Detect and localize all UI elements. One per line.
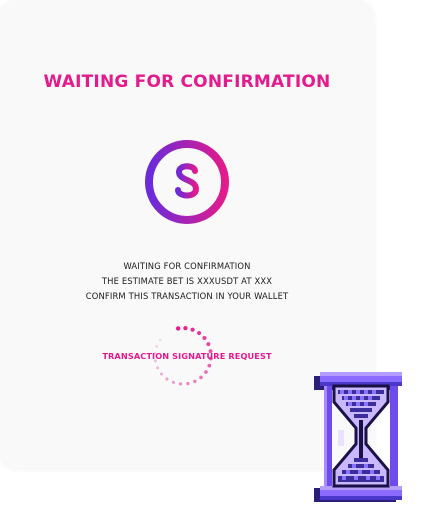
spinner-dot	[202, 335, 207, 341]
spinner-dot	[158, 338, 162, 342]
dialog-title: WAITING FOR CONFIRMATION	[43, 72, 331, 92]
spinner-dot	[183, 325, 188, 331]
spinner-dot	[156, 366, 160, 370]
hourglass-icon	[312, 368, 408, 510]
spinner-dot	[196, 330, 202, 336]
message-line-1: WAITING FOR CONFIRMATION	[123, 261, 251, 271]
spinner-dot	[207, 363, 212, 368]
spinner-dot	[175, 326, 181, 331]
spinner-dot	[199, 375, 203, 380]
dollar-circle-icon	[142, 137, 232, 227]
spinner-dot	[178, 382, 183, 386]
message-line-2: THE ESTIMATE BET IS XXXUSDT AT XXX	[101, 276, 273, 286]
spinner-dot	[193, 379, 197, 384]
spinner-dot	[204, 370, 208, 374]
spinner-dot	[155, 345, 159, 348]
spinner-dot	[160, 372, 164, 376]
spinner-dot	[171, 380, 176, 384]
spinner-dot	[165, 377, 169, 381]
spinner-dot	[186, 381, 190, 386]
transaction-signature-request-label: TRANSACTION SIGNATURE REQUEST	[102, 351, 272, 361]
spinner-dot	[190, 327, 195, 332]
confirmation-message: WAITING FOR CONFIRMATION THE ESTIMATE BE…	[0, 259, 374, 304]
spinner-dot	[206, 342, 211, 347]
message-line-3: CONFIRM THIS TRANSACTION IN YOUR WALLET	[85, 291, 289, 301]
